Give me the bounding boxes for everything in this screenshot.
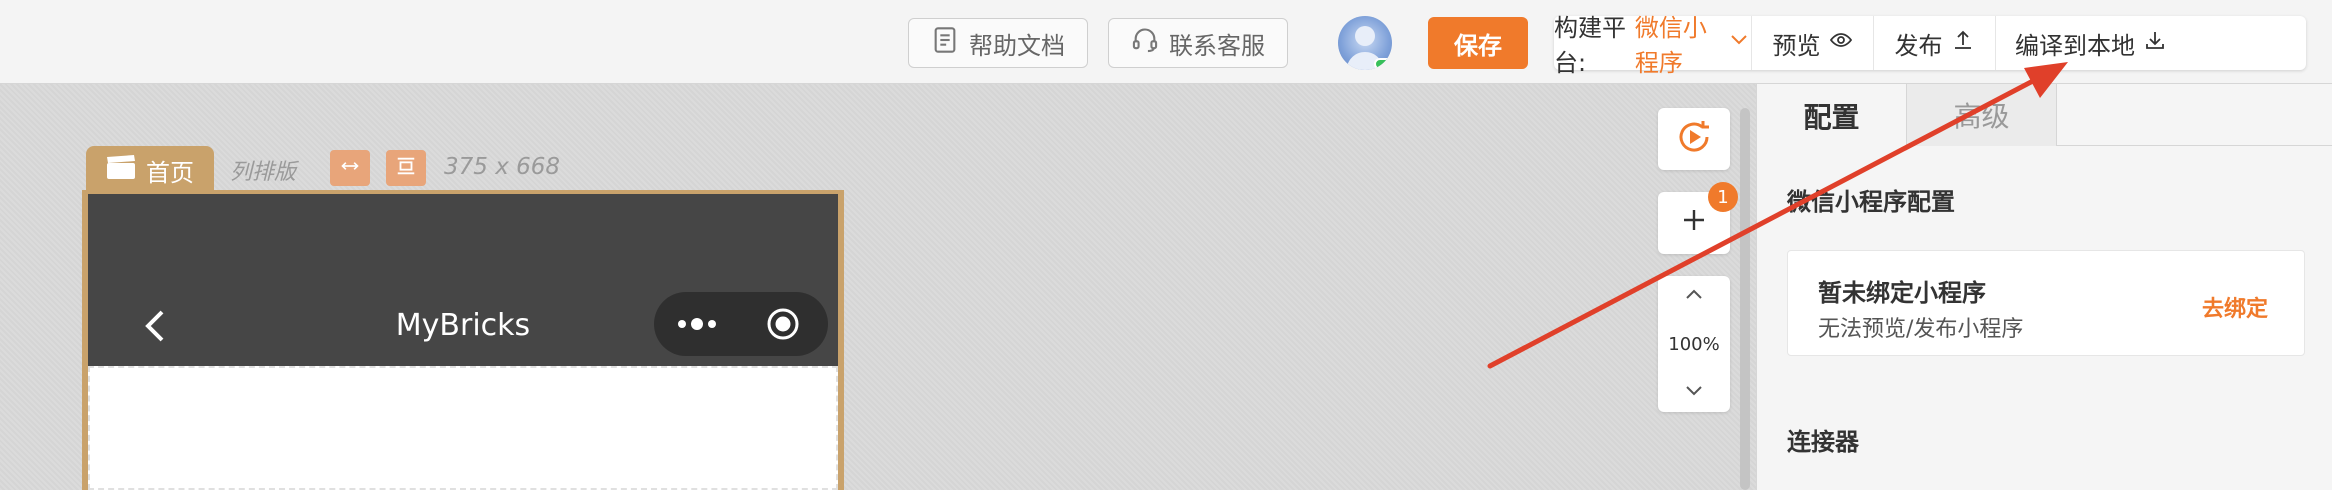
run-debug-button[interactable] [1658, 108, 1730, 170]
phone-content-area[interactable] [88, 366, 838, 490]
zoom-control: 100% [1658, 276, 1730, 412]
play-icon [1674, 117, 1714, 161]
phone-preview[interactable]: MyBricks [88, 194, 838, 490]
miniprogram-capsule[interactable] [654, 292, 828, 356]
phone-nav-bar: MyBricks [88, 194, 838, 366]
tab-config[interactable]: 配置 [1757, 84, 1907, 147]
width-fit-button[interactable] [330, 150, 370, 186]
user-avatar[interactable] [1338, 16, 1392, 70]
section-title-connector: 连接器 [1787, 428, 1859, 456]
page-tab-home[interactable]: 首页 [86, 146, 214, 194]
bind-miniprogram-card: 暂未绑定小程序 无法预览/发布小程序 去绑定 [1787, 250, 2305, 356]
save-button[interactable]: 保存 [1428, 17, 1528, 69]
zoom-level: 100% [1668, 333, 1720, 355]
canvas-scrollbar[interactable] [1740, 108, 1750, 490]
zoom-out-chevron-down-icon[interactable] [1683, 383, 1705, 402]
upload-icon [1951, 28, 1975, 58]
bind-status-desc: 无法预览/发布小程序 [1818, 317, 2024, 342]
target-close-icon[interactable] [740, 306, 826, 342]
tab-advanced[interactable]: 高级 [1907, 84, 2057, 146]
plus-icon [1679, 203, 1709, 244]
align-center-icon [394, 155, 418, 181]
preview-label: 预览 [1772, 31, 1821, 60]
action-group: 构建平台: 微信小程序 预览 发布 编译到本地 [1554, 14, 2306, 77]
help-docs-button[interactable]: 帮助文档 [908, 18, 1088, 68]
bind-status-title: 暂未绑定小程序 [1818, 279, 1986, 307]
top-toolbar: 帮助文档 联系客服 保存 构建平台: 微信小程序 预览 发布 编译到本地 [0, 0, 2332, 84]
online-status-dot [1374, 58, 1392, 70]
document-icon [931, 26, 959, 60]
add-component-button[interactable]: 1 [1658, 182, 1738, 254]
platform-label: 构建平台: [1554, 14, 1626, 77]
contact-support-button[interactable]: 联系客服 [1108, 18, 1288, 68]
publish-button[interactable]: 发布 [1874, 16, 1996, 70]
page-tab-label: 首页 [146, 158, 194, 187]
publish-label: 发布 [1894, 31, 1943, 60]
platform-selector[interactable]: 构建平台: 微信小程序 [1554, 14, 1752, 77]
canvas-size-label: 375 x 668 [444, 154, 561, 180]
clapperboard-icon [106, 154, 136, 186]
compile-local-label: 编译到本地 [2015, 31, 2135, 60]
height-fit-button[interactable] [386, 150, 426, 186]
zoom-in-chevron-up-icon[interactable] [1683, 286, 1705, 305]
preview-button[interactable]: 预览 [1752, 16, 1874, 70]
section-title-miniprogram: 微信小程序配置 [1787, 188, 1955, 216]
eye-icon [1829, 28, 1853, 58]
help-docs-label: 帮助文档 [969, 31, 1065, 60]
contact-support-label: 联系客服 [1169, 31, 1265, 60]
platform-value: 微信小程序 [1634, 14, 1707, 77]
panel-tabs: 配置 高级 [1757, 84, 2332, 147]
notification-badge: 1 [1708, 182, 1738, 212]
horizontal-arrows-icon [338, 156, 362, 180]
more-dots-icon[interactable] [654, 318, 740, 330]
layout-mode-label: 列排版 [230, 160, 297, 185]
config-panel: 配置 高级 微信小程序配置 暂未绑定小程序 无法预览/发布小程序 去绑定 连接器 [1756, 84, 2332, 490]
download-icon [2143, 28, 2167, 58]
chevron-down-icon [1727, 28, 1751, 58]
headset-icon [1131, 26, 1159, 60]
phone-frame: MyBricks [82, 190, 844, 490]
bind-link[interactable]: 去绑定 [2202, 291, 2268, 323]
compile-local-button[interactable]: 编译到本地 [1996, 16, 2186, 70]
